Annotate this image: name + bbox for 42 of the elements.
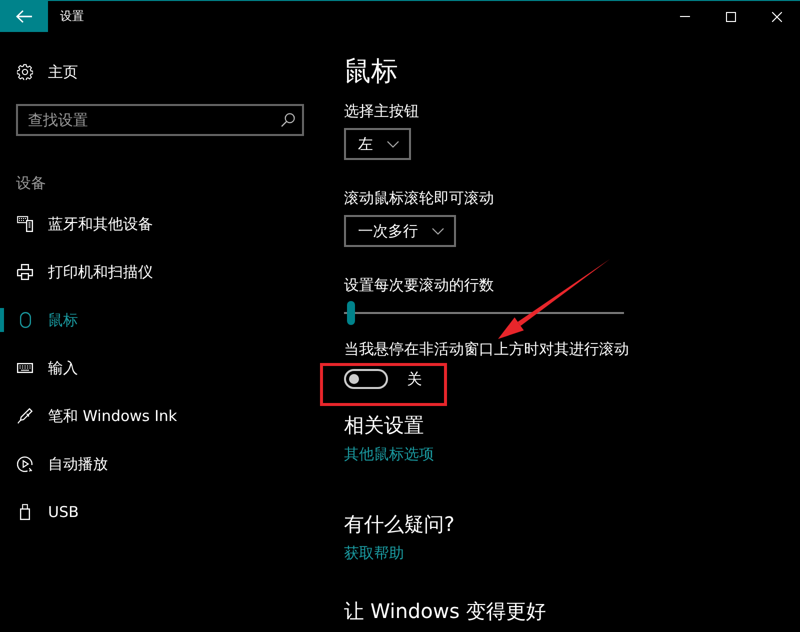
dropdown[interactable]: 一次多行 (344, 215, 456, 247)
sidebar-item[interactable]: 打印机和扫描仪 (0, 248, 320, 296)
sidebar-item[interactable]: USB (0, 488, 320, 536)
dropdown[interactable]: 左 (344, 128, 411, 160)
page-title: 鼠标 (344, 55, 398, 89)
back-button[interactable] (0, 1, 48, 32)
toggle-state-text: 关 (407, 369, 422, 389)
toggle-switch[interactable] (344, 369, 388, 389)
maximize-icon (726, 12, 736, 22)
section-title: 设备 (16, 173, 46, 194)
section-heading: 让 Windows 变得更好 (344, 598, 546, 625)
play-circle-icon (17, 456, 33, 472)
setting-label: 设置每次要滚动的行数 (344, 275, 494, 296)
section-heading: 相关设置 (344, 412, 424, 439)
sidebar-item[interactable]: 蓝牙和其他设备 (0, 200, 320, 248)
home-button[interactable]: 主页 (0, 52, 320, 92)
usb-drive-icon (20, 504, 30, 520)
search-icon (281, 113, 295, 127)
slider-thumb[interactable] (346, 301, 355, 325)
settings-icon (17, 64, 33, 80)
link[interactable]: 获取帮助 (344, 542, 404, 564)
sidebar-item[interactable]: 自动播放 (0, 440, 320, 488)
sidebar-item[interactable]: 笔和 Windows Ink (0, 392, 320, 440)
sidebar-item[interactable]: 输入 (0, 344, 320, 392)
setting-label: 选择主按钮 (344, 101, 419, 122)
chevron-down-icon (432, 228, 444, 234)
keyboard-icon (17, 363, 33, 373)
setting-label: 滚动鼠标滚轮即可滚动 (344, 188, 494, 209)
printer-icon (17, 264, 33, 280)
devices-icon (17, 216, 33, 232)
setting-label: 当我悬停在非活动窗口上方时对其进行滚动 (344, 339, 629, 360)
close-icon (772, 12, 782, 22)
search-field[interactable]: 查找设置 (16, 104, 304, 136)
back-arrow-icon (16, 10, 32, 23)
chevron-down-icon (387, 140, 399, 148)
pen-icon (17, 408, 33, 424)
sidebar-item[interactable]: 鼠标 (0, 296, 320, 344)
link[interactable]: 其他鼠标选项 (344, 443, 434, 465)
minimize-icon (680, 16, 690, 17)
section-heading: 有什么疑问? (344, 511, 455, 538)
mouse-icon (20, 312, 30, 328)
window-title: 设置 (60, 8, 85, 25)
